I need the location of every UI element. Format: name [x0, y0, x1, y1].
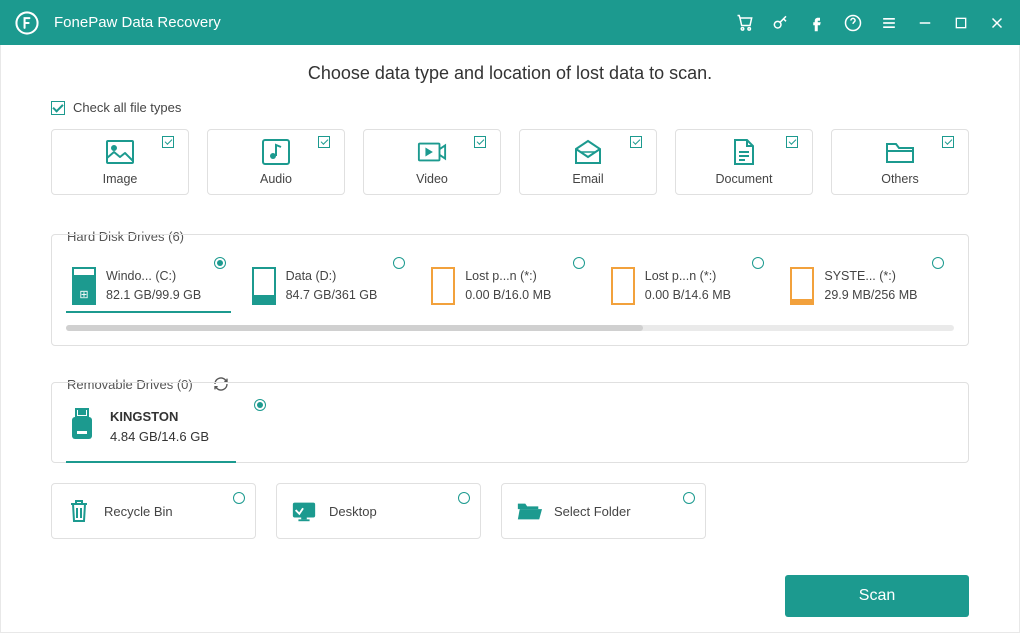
recycle-bin-icon — [66, 498, 92, 524]
location-recycle-bin-label: Recycle Bin — [104, 504, 173, 519]
page-title: Choose data type and location of lost da… — [51, 63, 969, 84]
removable-selection-underline — [66, 461, 236, 463]
check-all-row[interactable]: Check all file types — [51, 100, 969, 115]
filetype-others[interactable]: Others — [831, 129, 969, 195]
drive-system-radio[interactable] — [932, 257, 944, 269]
filetype-document-label: Document — [716, 172, 773, 186]
filetype-video-label: Video — [416, 172, 448, 186]
image-icon — [105, 138, 135, 166]
menu-icon[interactable] — [878, 12, 900, 34]
location-recycle-bin-radio[interactable] — [233, 492, 245, 504]
filetype-image-label: Image — [103, 172, 138, 186]
drive-d[interactable]: Data (D:)84.7 GB/361 GB — [246, 267, 416, 305]
filetype-audio-checkbox[interactable] — [318, 136, 330, 148]
drive-lost-2[interactable]: Lost p...n (*:)0.00 B/14.6 MB — [605, 267, 775, 305]
usb-icon — [66, 407, 98, 446]
folder-open-icon — [516, 498, 542, 524]
location-desktop-radio[interactable] — [458, 492, 470, 504]
maximize-icon[interactable] — [950, 12, 972, 34]
hard-disk-row: ⊞ Windo... (C:)82.1 GB/99.9 GB Data (D:)… — [66, 267, 954, 305]
filetype-others-checkbox[interactable] — [942, 136, 954, 148]
email-icon — [573, 138, 603, 166]
filetype-audio[interactable]: Audio — [207, 129, 345, 195]
check-all-label: Check all file types — [73, 100, 181, 115]
drive-d-radio[interactable] — [393, 257, 405, 269]
filetype-document-checkbox[interactable] — [786, 136, 798, 148]
app-logo — [12, 8, 42, 38]
check-all-checkbox[interactable] — [51, 101, 65, 115]
removable-section: KINGSTON4.84 GB/14.6 GB — [51, 382, 969, 463]
drive-system[interactable]: SYSTE... (*:)29.9 MB/256 MB — [784, 267, 954, 305]
location-select-folder-radio[interactable] — [683, 492, 695, 504]
facebook-icon[interactable] — [806, 12, 828, 34]
drive-c[interactable]: ⊞ Windo... (C:)82.1 GB/99.9 GB — [66, 267, 236, 305]
location-desktop-label: Desktop — [329, 504, 377, 519]
content: Choose data type and location of lost da… — [0, 45, 1020, 633]
app-title: FonePaw Data Recovery — [54, 14, 221, 31]
filetype-email[interactable]: Email — [519, 129, 657, 195]
drive-lost-1-radio[interactable] — [573, 257, 585, 269]
document-icon — [729, 138, 759, 166]
location-select-folder-label: Select Folder — [554, 504, 631, 519]
locations-row: Recycle Bin Desktop Select Folder — [51, 483, 969, 539]
hard-disk-section: ⊞ Windo... (C:)82.1 GB/99.9 GB Data (D:)… — [51, 234, 969, 346]
filetype-image[interactable]: Image — [51, 129, 189, 195]
close-icon[interactable] — [986, 12, 1008, 34]
filetype-image-checkbox[interactable] — [162, 136, 174, 148]
file-types-row: Image Audio Video Email Document Others — [51, 129, 969, 195]
audio-icon — [261, 138, 291, 166]
scan-button[interactable]: Scan — [785, 575, 969, 617]
minimize-icon[interactable] — [914, 12, 936, 34]
cart-icon[interactable] — [734, 12, 756, 34]
drive-lost-1[interactable]: Lost p...n (*:)0.00 B/16.0 MB — [425, 267, 595, 305]
folder-icon — [885, 138, 915, 166]
location-recycle-bin[interactable]: Recycle Bin — [51, 483, 256, 539]
location-select-folder[interactable]: Select Folder — [501, 483, 706, 539]
desktop-icon — [291, 498, 317, 524]
hd-selection-underline — [66, 311, 231, 313]
title-actions — [734, 12, 1008, 34]
filetype-email-label: Email — [572, 172, 603, 186]
filetype-video-checkbox[interactable] — [474, 136, 486, 148]
removable-name: KINGSTON — [110, 407, 209, 427]
titlebar: FonePaw Data Recovery — [0, 0, 1020, 45]
filetype-audio-label: Audio — [260, 172, 292, 186]
drive-lost-2-radio[interactable] — [752, 257, 764, 269]
filetype-video[interactable]: Video — [363, 129, 501, 195]
hd-scrollbar[interactable] — [66, 325, 954, 331]
removable-size: 4.84 GB/14.6 GB — [110, 427, 209, 447]
drive-c-radio[interactable] — [214, 257, 226, 269]
scan-row: Scan — [51, 565, 969, 617]
location-desktop[interactable]: Desktop — [276, 483, 481, 539]
removable-kingston-radio[interactable] — [254, 399, 266, 411]
key-icon[interactable] — [770, 12, 792, 34]
removable-drive-kingston[interactable]: KINGSTON4.84 GB/14.6 GB — [66, 407, 266, 446]
filetype-document[interactable]: Document — [675, 129, 813, 195]
filetype-others-label: Others — [881, 172, 919, 186]
video-icon — [417, 138, 447, 166]
filetype-email-checkbox[interactable] — [630, 136, 642, 148]
help-icon[interactable] — [842, 12, 864, 34]
